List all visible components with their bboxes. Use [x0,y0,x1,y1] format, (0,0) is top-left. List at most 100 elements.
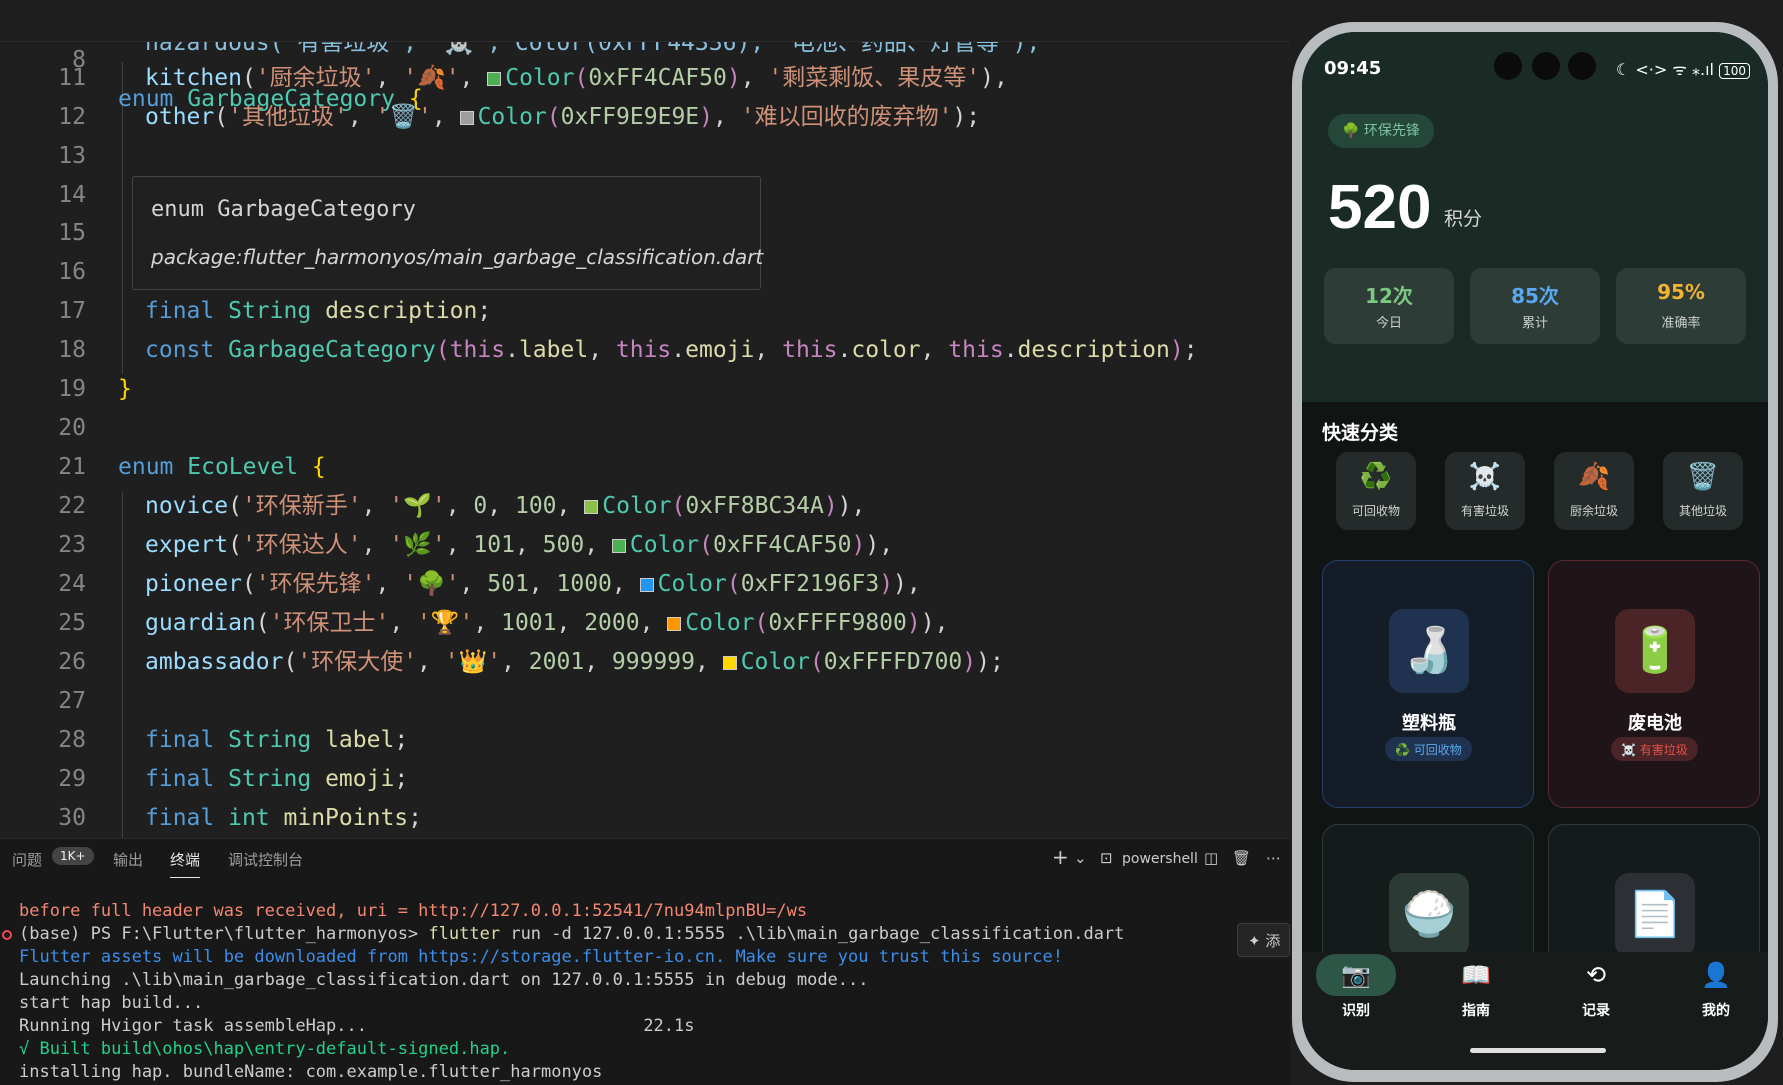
terminal-profile-label[interactable]: powershell [1122,851,1198,867]
code-token: } [118,376,132,402]
line-number: 21 [58,454,86,480]
battery-icon: 100 [1719,63,1750,79]
code-token: 500 [542,532,585,558]
tab-debug-console[interactable]: 调试控制台 [228,849,303,870]
level-label: 环保先锋 [1363,123,1420,139]
color-swatch[interactable] [639,578,654,592]
chevron-down-icon[interactable]: ⌄ [1074,849,1087,867]
chat-add-button[interactable]: ✦ 添 [1237,923,1290,957]
recycle-icon: ♻️ [1395,743,1410,757]
code-token: label [518,337,589,363]
history-icon: ⟲ [1585,961,1607,989]
code-token: 0 [473,493,488,519]
split-terminal-icon[interactable]: ◫ [1204,849,1218,867]
trash-icon[interactable]: 🗑 [1232,849,1251,867]
code-token: const [145,337,215,363]
camera-icon [1532,52,1560,80]
tab-problems[interactable]: 问题 [12,849,42,870]
quick-hazardous-button[interactable]: ☠️ 有害垃圾 [1445,452,1525,530]
color-swatch[interactable] [459,111,474,125]
code-token: int [228,805,270,831]
quick-recyclable-button[interactable]: ♻️ 可回收物 [1336,452,1416,530]
code-token: GarbageCategory [187,86,395,112]
stat-value: 12次 [1365,284,1413,308]
signal-icons: ☾ <·> ᯤ ⁎.ıl [1615,60,1714,79]
recycle-icon: ♻️ [1359,462,1393,492]
home-indicator[interactable] [1470,1048,1606,1053]
terminal-line: installing hap. bundleName: com.example.… [19,1062,603,1082]
code-token: '剩菜剩饭、果皮等' [768,65,981,91]
points-value: 520 [1328,173,1432,242]
camera-icon [1494,52,1522,80]
code-token: 2001 [528,649,585,675]
nav-history[interactable]: ⟲ 记录 [1556,954,1636,1020]
code-token: pioneer [145,571,242,597]
code-token: guardian [145,610,256,636]
category-tag: ♻️ 可回收物 [1385,737,1472,761]
level-badge[interactable]: 🌳 环保先锋 [1328,114,1434,148]
item-card-plastic-bottle[interactable]: 🍶 塑料瓶 ♻️ 可回收物 [1322,560,1534,808]
error-marker-icon [2,930,12,940]
code-token: 501 [487,571,529,597]
code-token: { [408,86,423,112]
color-swatch[interactable] [722,656,737,670]
code-token: final [145,766,215,792]
line-number: 8 [72,47,86,73]
code-token: '环保新手' [241,493,362,519]
color-swatch[interactable] [611,539,626,553]
stat-today: 12次今日 [1324,268,1454,344]
camera-icon: 📷 [1316,954,1396,996]
color-swatch[interactable] [584,500,599,514]
line-number: 30 [58,805,86,831]
code-token: ambassador [145,649,284,675]
line-number: 15 [58,220,86,246]
code-token: this [449,337,506,363]
stat-accuracy: 95% 准确率 [1616,268,1746,344]
status-time: 09:45 [1324,58,1382,79]
nav-recognize[interactable]: 📷 识别 [1316,954,1396,1020]
add-terminal-icon[interactable]: + [1052,845,1069,869]
code-token: enum [118,86,174,112]
line-number: 14 [58,182,86,208]
color-swatch[interactable] [667,617,682,631]
sticky-scroll-header[interactable]: 8 enum GarbageCategory { [0,0,1290,112]
stat-label: 今日 [1375,316,1402,331]
line-number: 23 [58,532,86,558]
code-token: novice [145,493,229,519]
tag-label: 可回收物 [1413,743,1462,757]
nav-profile[interactable]: 👤 我的 [1676,954,1756,1020]
code-token: 100 [514,493,557,519]
line-number: 19 [58,376,86,402]
code-token: EcoLevel [187,454,299,480]
book-icon: 📖 [1461,961,1491,989]
tab-output[interactable]: 输出 [113,849,143,870]
quick-other-button[interactable]: 🗑️ 其他垃圾 [1663,452,1743,530]
code-token: enum [118,454,174,480]
person-icon: 👤 [1701,961,1731,989]
code-token: '👑' [444,649,502,675]
code-token: final [145,805,215,831]
item-card-battery[interactable]: 🔋 废电池 ☠️ 有害垃圾 [1548,560,1760,808]
hover-package-path: package:flutter_harmonyos/main_garbage_c… [151,245,764,269]
color-swatch[interactable] [487,72,502,86]
terminal-command: flutter [428,924,501,944]
terminal-icon: ⊡ [1100,849,1113,867]
quick-kitchen-button[interactable]: 🍂 厨余垃圾 [1554,452,1634,530]
code-token: 0xFF9E9E9E [560,104,700,130]
tree-icon: 🌳 [1342,123,1360,139]
status-icons: ☾ <·> ᯤ ⁎.ıl 100 [1616,58,1750,80]
terminal-args: run -d 127.0.0.1:5555 .\lib\main_garbage… [510,924,1125,944]
code-token: emoji [685,337,755,363]
skull-icon: ☠️ [1621,743,1636,757]
code-token: '环保卫士' [269,610,390,636]
hover-signature: enum GarbageCategory [151,197,416,222]
code-token: 999999 [611,649,695,675]
nav-guide[interactable]: 📖 指南 [1436,954,1516,1020]
code-editor[interactable]: 8 enum GarbageCategory { hazardous('有害垃圾… [0,0,1290,838]
more-icon[interactable]: ⋯ [1266,849,1281,867]
trash-icon: 🗑️ [1686,462,1720,492]
code-token: 0xFF4CAF50 [588,65,727,91]
stat-value: 85次 [1511,284,1559,308]
tab-terminal[interactable]: 终端 [170,849,201,878]
code-token: final [145,298,215,324]
